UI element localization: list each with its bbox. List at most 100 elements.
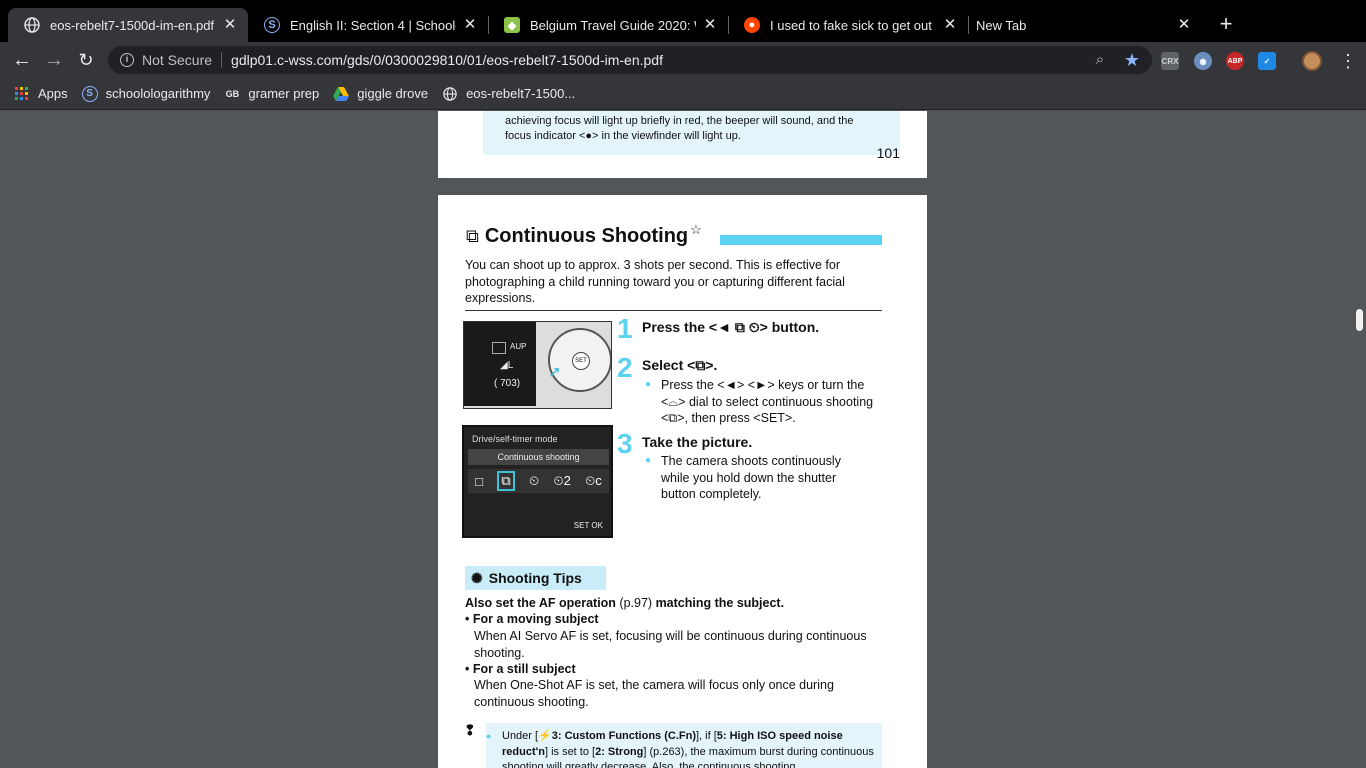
step-title: Press the <◄ ⧉ ⏲> button. xyxy=(642,319,820,335)
browser-toolbar: ← → ↻ i Not Secure gdlp01.c-wss.com/gds/… xyxy=(0,42,1366,78)
lcd-shots: ( 703) xyxy=(494,378,521,389)
new-tab-button[interactable]: + xyxy=(1214,12,1238,36)
globe-icon xyxy=(442,86,458,102)
self-timer-2-icon: ⏲2 xyxy=(553,473,571,488)
tips-subhead: • For a still subject xyxy=(465,662,576,676)
menu-footer: SET OK xyxy=(573,521,603,530)
close-icon[interactable]: ✕ xyxy=(222,17,238,33)
menu-kebab-icon[interactable]: ⋮ xyxy=(1338,50,1358,72)
avatar[interactable] xyxy=(1302,51,1322,71)
note-line: achieving focus will light up briefly in… xyxy=(505,115,854,127)
caution-part: Under [ xyxy=(502,730,539,742)
step-number: 1 xyxy=(617,313,633,344)
step-instruction: The camera shoots continuously while you… xyxy=(645,453,861,503)
zoom-icon[interactable]: ⌕ xyxy=(1090,50,1110,70)
abp-extension-icon[interactable]: ABP xyxy=(1226,52,1244,70)
close-icon[interactable]: ✕ xyxy=(942,17,958,33)
reddit-icon: ● xyxy=(744,17,760,33)
android-icon: ◆ xyxy=(504,17,520,33)
step-title: Select <⧉>. xyxy=(642,357,718,373)
continuous-shooting-icon: ⧉ xyxy=(497,471,515,491)
tab-pdf[interactable]: eos-rebelt7-1500d-im-en.pdf ✕ xyxy=(8,8,248,42)
apps-grid-icon xyxy=(14,86,30,102)
camera-back-illustration: AUP ◢L ( 703) SET ➚ xyxy=(463,321,612,409)
back-arrow-icon[interactable]: ← xyxy=(10,48,34,72)
divider xyxy=(465,310,882,311)
tab-title: eos-rebelt7-1500d-im-en.pdf xyxy=(50,17,215,33)
caution-text: Under [⚡3: Custom Functions (C.Fn)], if … xyxy=(486,729,876,768)
bookmark-schoology[interactable]: S schoolologarithmy xyxy=(81,82,211,106)
forward-arrow-icon[interactable]: → xyxy=(42,48,66,72)
self-timer-c-icon: ⏲c xyxy=(585,473,602,488)
tips-bold: Also set the AF operation xyxy=(465,596,616,610)
star-icon: ☆ xyxy=(690,222,702,237)
tips-body: When AI Servo AF is set, focusing will b… xyxy=(474,629,867,660)
step-number: 2 xyxy=(617,352,633,383)
bookmark-star-icon[interactable]: ★ xyxy=(1122,50,1142,70)
drive-icon xyxy=(333,86,350,102)
lcd-quality: ◢L xyxy=(500,360,514,371)
bookmark-giggle-drove[interactable]: giggle drove xyxy=(333,82,428,106)
bookmark-apps[interactable]: Apps xyxy=(14,82,68,106)
continuous-shooting-icon: ⧉ xyxy=(466,226,479,246)
schoology-icon: S xyxy=(264,17,280,33)
lcd-mode: AUP xyxy=(510,342,527,351)
bookmarks-bar: Apps S schoolologarithmy GB gramer prep … xyxy=(0,78,1366,110)
caution-bold-text: 3: Custom Functions (C.Fn) xyxy=(551,730,696,742)
pdf-page-continuous-shooting: ⧉ Continuous Shooting ☆ You can shoot up… xyxy=(438,195,927,768)
close-icon[interactable]: ✕ xyxy=(702,17,718,33)
menu-header: Drive/self-timer mode xyxy=(472,434,558,444)
pdf-page-101: achieving focus will light up briefly in… xyxy=(438,111,927,178)
page-title: Continuous Shooting xyxy=(484,225,689,247)
note-line: focus indicator <●> in the viewfinder wi… xyxy=(505,130,741,142)
tab-title: English II: Section 4 | Schoolog xyxy=(290,17,456,33)
bookmark-label: eos-rebelt7-1500... xyxy=(466,86,576,101)
close-icon[interactable]: ✕ xyxy=(1176,17,1192,33)
owl-extension-icon[interactable]: ◉ xyxy=(1194,52,1212,70)
camera-lcd: AUP ◢L ( 703) xyxy=(464,322,536,406)
lightbulb-icon: ✺ xyxy=(471,569,483,586)
step-instruction: Press the <◄> <►> keys or turn the <⌓> d… xyxy=(645,377,886,427)
security-label[interactable]: Not Secure xyxy=(142,52,212,68)
tips-line: Also set the AF operation (p.97) matchin… xyxy=(465,595,885,612)
step-title: Take the picture. xyxy=(642,434,753,450)
address-bar[interactable]: i Not Secure gdlp01.c-wss.com/gds/0/0300… xyxy=(108,46,1152,74)
set-button-icon: SET xyxy=(572,352,590,370)
crx-extension-icon[interactable]: CRX xyxy=(1161,52,1179,70)
scrollbar-thumb[interactable] xyxy=(1356,309,1363,331)
intro-text: You can shoot up to approx. 3 shots per … xyxy=(465,258,845,305)
tab-schoology[interactable]: S English II: Section 4 | Schoolog ✕ xyxy=(248,8,488,42)
tips-bold: matching the subject. xyxy=(655,596,785,610)
caution-part: ], if [ xyxy=(696,730,717,742)
bookmark-eos-pdf[interactable]: eos-rebelt7-1500... xyxy=(442,82,575,106)
reload-icon[interactable]: ↻ xyxy=(74,48,98,72)
tab-strip: eos-rebelt7-1500d-im-en.pdf ✕ S English … xyxy=(0,0,1366,42)
tab-title: New Tab xyxy=(976,17,1027,33)
pdf-viewer[interactable]: achieving focus will light up briefly in… xyxy=(0,111,1366,768)
tab-belgium[interactable]: ◆ Belgium Travel Guide 2020: Wh ✕ xyxy=(488,8,728,42)
shooting-tips-label: ✺ Shooting Tips xyxy=(465,566,606,590)
tab-newtab[interactable]: New Tab ✕ xyxy=(962,8,1202,42)
bookmark-gramer-prep[interactable]: GB gramer prep xyxy=(224,82,320,106)
single-shot-icon: □ xyxy=(475,473,484,489)
self-timer-icon: ⏲ xyxy=(528,473,540,488)
url-text[interactable]: gdlp01.c-wss.com/gds/0/0300029810/01/eos… xyxy=(231,52,1090,68)
step-number: 3 xyxy=(617,428,633,459)
extension-icon[interactable]: ✓ xyxy=(1258,52,1276,70)
globe-icon xyxy=(24,17,40,33)
page-number: 101 xyxy=(876,145,900,161)
tips-normal: (p.97) xyxy=(615,596,656,610)
bookmark-label: schoolologarithmy xyxy=(105,86,211,101)
tab-title: Belgium Travel Guide 2020: Wh xyxy=(530,17,696,33)
title-accent-bar xyxy=(720,235,882,245)
caution-part: ] is set to [ xyxy=(544,745,596,758)
omnibox-separator xyxy=(221,52,223,68)
drive-mode-menu-illustration: Drive/self-timer mode Continuous shootin… xyxy=(462,425,613,538)
info-icon[interactable]: i xyxy=(120,53,134,67)
lcd-box xyxy=(492,342,506,354)
close-icon[interactable]: ✕ xyxy=(462,17,478,33)
bookmark-label: Apps xyxy=(38,86,68,101)
section-heading: ⧉ Continuous Shooting ☆ xyxy=(466,222,702,248)
tab-reddit[interactable]: ● I used to fake sick to get out of ✕ xyxy=(728,8,968,42)
tips-heading: Shooting Tips xyxy=(488,570,582,586)
